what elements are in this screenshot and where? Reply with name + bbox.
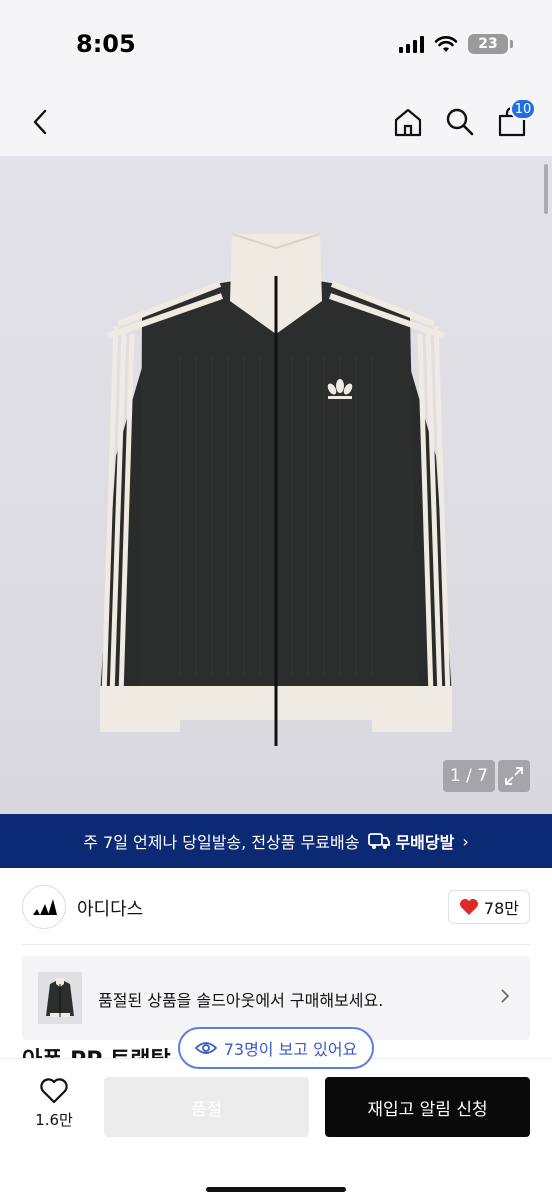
soldout-card-arrow [500, 988, 510, 1008]
brand-like-count: 78만 [483, 899, 519, 918]
cart-button[interactable]: 10 [494, 98, 536, 142]
shipping-promo-banner[interactable]: 주 7일 언제나 당일발송, 전상품 무료배송 무배당발 › [0, 814, 552, 868]
heart-outline-icon [40, 1078, 68, 1104]
eye-icon [194, 1042, 217, 1054]
brand-name[interactable]: 아디다스 [77, 895, 143, 921]
promo-brand-label: 무배당발 [395, 833, 455, 852]
brand-like-button[interactable]: 78만 [447, 890, 530, 924]
home-icon [394, 108, 422, 137]
restock-alert-button[interactable]: 재입고 알림 신청 [325, 1077, 530, 1137]
soldout-card-text: 품절된 상품을 솔드아웃에서 구매해보세요. [98, 991, 384, 1010]
status-bar: 8:05 23 [0, 0, 552, 90]
jacket-thumbnail-image [46, 978, 74, 1017]
viewer-count-pill: 73명이 보고 있어요 [178, 1027, 374, 1069]
product-image [100, 233, 452, 746]
promo-brand: 무배당발 [367, 829, 454, 853]
status-icons: 23 [399, 34, 513, 54]
wishlist-button[interactable]: 1.6만 [22, 1077, 86, 1137]
chevron-right-icon [501, 989, 510, 1003]
heart-filled-icon [459, 899, 478, 915]
status-time: 8:05 [76, 30, 136, 58]
viewer-count-text: 73명이 보고 있어요 [223, 1040, 358, 1059]
divider [22, 944, 530, 945]
product-image-gallery[interactable]: 1 / 7 [0, 156, 552, 814]
delivery-truck-icon [368, 833, 391, 849]
nav-actions: 10 [390, 98, 536, 142]
chevron-left-icon [33, 109, 47, 135]
search-icon [446, 108, 474, 136]
promo-text: 주 7일 언제나 당일발송, 전상품 무료배송 [83, 833, 360, 852]
gallery-page-indicator: 1 / 7 [443, 760, 495, 792]
promo-chevron-icon: › [462, 831, 469, 851]
brand-row: 아디다스 78만 [0, 880, 552, 936]
nav-bar: 10 [0, 90, 552, 156]
home-button[interactable] [390, 102, 426, 142]
adidas-logo-icon [33, 899, 57, 915]
expand-image-button[interactable] [498, 760, 530, 792]
cart-count-badge: 10 [510, 98, 536, 120]
home-indicator [206, 1187, 346, 1192]
battery-indicator: 23 [468, 34, 513, 54]
scrollbar[interactable] [544, 164, 548, 214]
search-button[interactable] [442, 102, 478, 142]
back-button[interactable] [22, 104, 58, 140]
bottom-action-bar: 1.6만 품절 재입고 알림 신청 [0, 1058, 552, 1200]
signal-icon [399, 35, 424, 53]
wishlist-count: 1.6만 [35, 1111, 73, 1129]
soldout-button: 품절 [104, 1077, 309, 1137]
brand-logo[interactable] [22, 885, 66, 929]
product-thumbnail [38, 972, 82, 1024]
wifi-icon [434, 36, 458, 52]
expand-icon [505, 767, 523, 785]
